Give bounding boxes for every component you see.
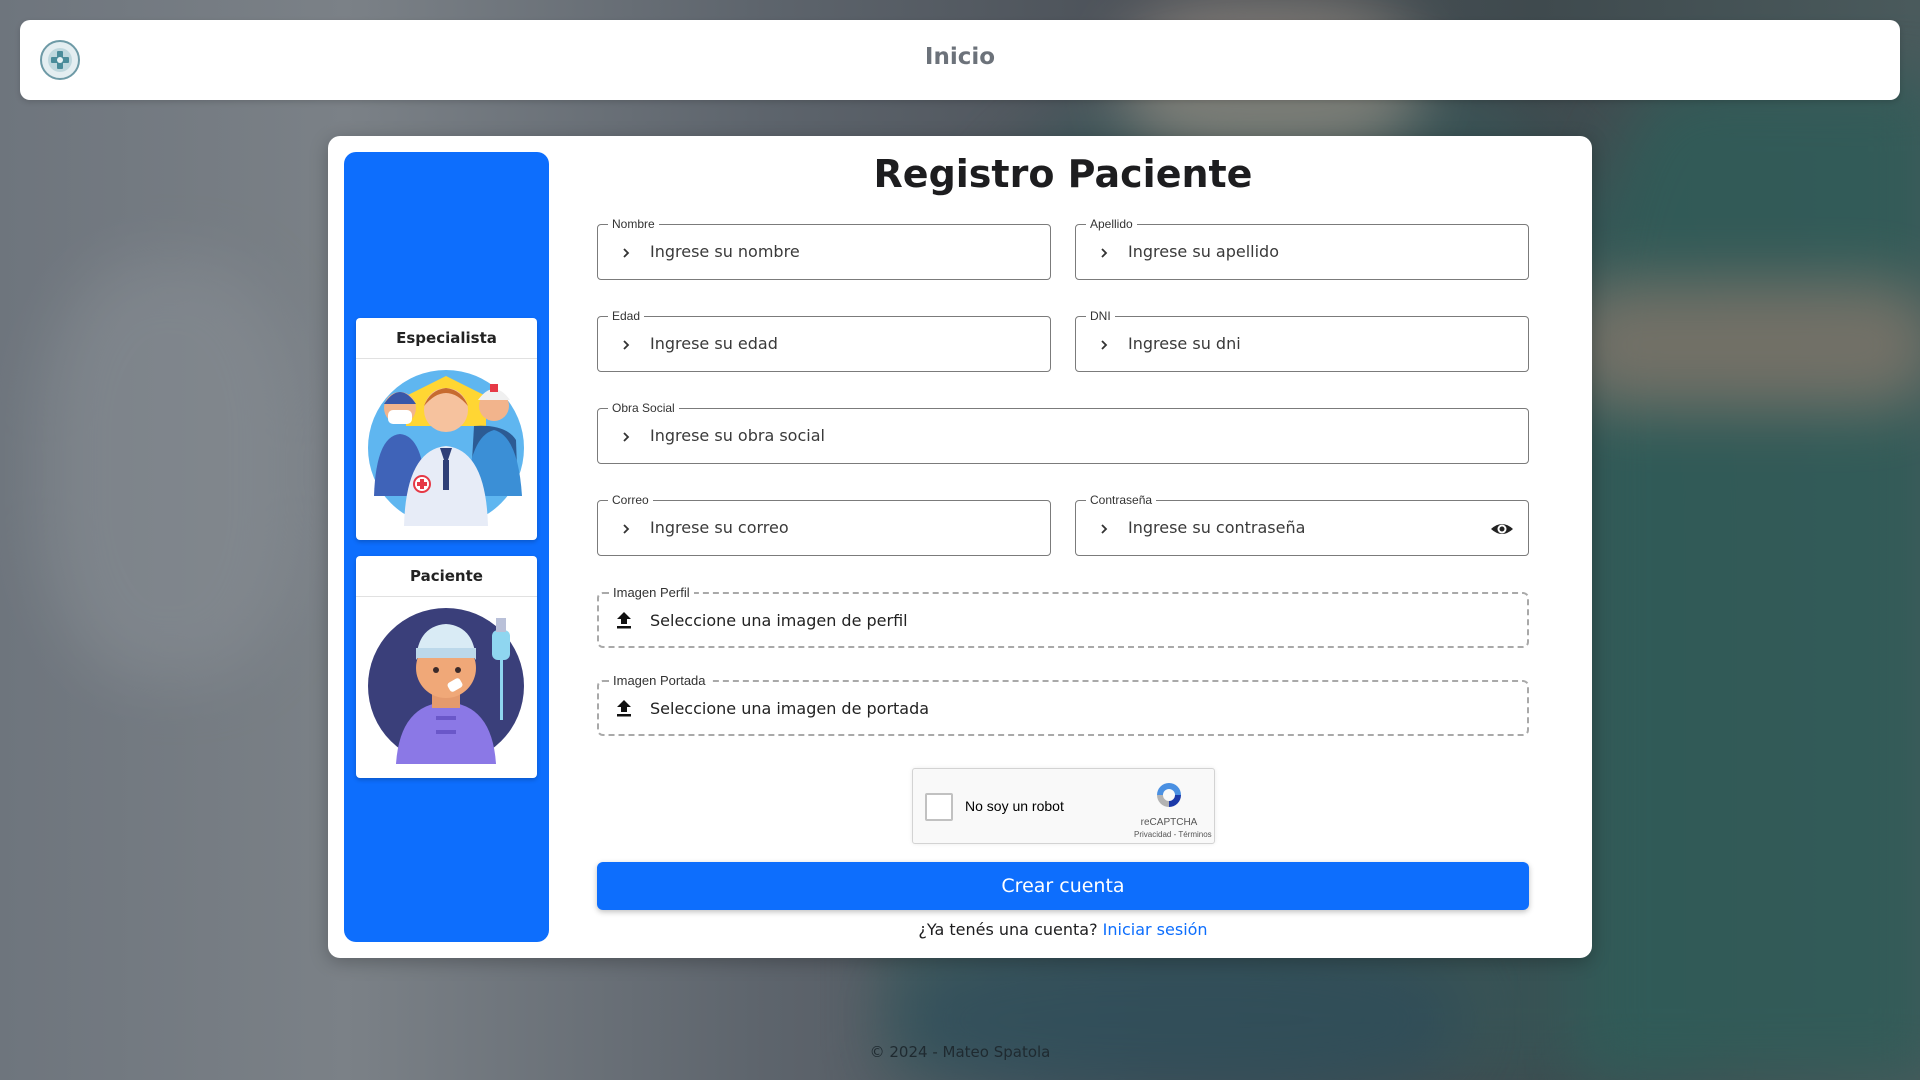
obra-social-field[interactable]: Obra Social Ingrese su obra social bbox=[597, 401, 1529, 464]
edad-label: Edad bbox=[608, 309, 645, 323]
upload-icon bbox=[617, 612, 631, 629]
eye-icon[interactable] bbox=[1490, 517, 1514, 541]
recaptcha-brand: reCAPTCHA bbox=[1140, 817, 1198, 828]
login-prompt-line: ¿Ya tenés una cuenta? Iniciar sesión bbox=[597, 920, 1529, 939]
correo-input[interactable]: Ingrese su correo bbox=[650, 518, 789, 537]
register-card: Especialista Paciente Registro Paciente … bbox=[328, 136, 1592, 958]
recaptcha-widget: No soy un robot reCAPTCHA Privacidad - T… bbox=[912, 768, 1215, 844]
contrasena-label: Contraseña bbox=[1086, 493, 1157, 507]
apellido-input[interactable]: Ingrese su apellido bbox=[1128, 242, 1279, 261]
footer-text: © 2024 - Mateo Spatola bbox=[869, 1043, 1051, 1061]
imagen-perfil-label: Imagen Perfil bbox=[609, 585, 694, 600]
dni-label: DNI bbox=[1086, 309, 1115, 323]
role-sidebar: Especialista Paciente bbox=[344, 152, 549, 942]
imagen-portada-text[interactable]: Seleccione una imagen de portada bbox=[650, 699, 929, 718]
chevron-right-icon bbox=[616, 427, 636, 447]
nombre-field[interactable]: Nombre Ingrese su nombre bbox=[597, 217, 1051, 280]
nombre-input[interactable]: Ingrese su nombre bbox=[650, 242, 800, 261]
specialist-illustration bbox=[368, 370, 524, 526]
recaptcha-checkbox[interactable] bbox=[925, 793, 953, 821]
correo-field[interactable]: Correo Ingrese su correo bbox=[597, 493, 1051, 556]
obra-social-input[interactable]: Ingrese su obra social bbox=[650, 426, 825, 445]
nav-title-inicio[interactable]: Inicio bbox=[20, 44, 1900, 70]
role-card-specialist[interactable]: Especialista bbox=[356, 318, 537, 540]
role-card-patient[interactable]: Paciente bbox=[356, 556, 537, 778]
chevron-right-icon bbox=[616, 519, 636, 539]
edad-input[interactable]: Ingrese su edad bbox=[650, 334, 778, 353]
dni-field[interactable]: DNI Ingrese su dni bbox=[1075, 309, 1529, 372]
login-prompt-text: ¿Ya tenés una cuenta? bbox=[918, 920, 1098, 939]
imagen-portada-upload[interactable]: Imagen Portada Seleccione una imagen de … bbox=[597, 673, 1529, 736]
form-title: Registro Paciente bbox=[873, 152, 1253, 196]
contrasena-input[interactable]: Ingrese su contraseña bbox=[1128, 518, 1305, 537]
chevron-right-icon bbox=[1094, 243, 1114, 263]
recaptcha-label: No soy un robot bbox=[965, 798, 1064, 814]
obra-social-label: Obra Social bbox=[608, 401, 679, 415]
imagen-portada-label: Imagen Portada bbox=[609, 673, 710, 688]
nombre-label: Nombre bbox=[608, 217, 659, 231]
chevron-right-icon bbox=[1094, 335, 1114, 355]
edad-field[interactable]: Edad Ingrese su edad bbox=[597, 309, 1051, 372]
dni-input[interactable]: Ingrese su dni bbox=[1128, 334, 1241, 353]
recaptcha-logo-icon bbox=[1157, 783, 1181, 807]
crear-cuenta-button[interactable]: Crear cuenta bbox=[597, 862, 1529, 910]
imagen-perfil-upload[interactable]: Imagen Perfil Seleccione una imagen de p… bbox=[597, 585, 1529, 648]
imagen-perfil-text[interactable]: Seleccione una imagen de perfil bbox=[650, 611, 908, 630]
recaptcha-links[interactable]: Privacidad - Términos bbox=[1134, 830, 1212, 839]
apellido-label: Apellido bbox=[1086, 217, 1137, 231]
apellido-field[interactable]: Apellido Ingrese su apellido bbox=[1075, 217, 1529, 280]
correo-label: Correo bbox=[608, 493, 653, 507]
chevron-right-icon bbox=[616, 335, 636, 355]
chevron-right-icon bbox=[616, 243, 636, 263]
patient-illustration bbox=[368, 608, 524, 764]
role-label-patient: Paciente bbox=[356, 556, 537, 597]
contrasena-field[interactable]: Contraseña Ingrese su contraseña bbox=[1075, 493, 1529, 556]
iniciar-sesion-link[interactable]: Iniciar sesión bbox=[1103, 920, 1208, 939]
recaptcha-branding: reCAPTCHA Privacidad - Términos bbox=[1134, 779, 1212, 839]
role-label-specialist: Especialista bbox=[356, 318, 537, 359]
upload-icon bbox=[617, 700, 631, 717]
chevron-right-icon bbox=[1094, 519, 1114, 539]
navbar: Inicio bbox=[20, 20, 1900, 100]
